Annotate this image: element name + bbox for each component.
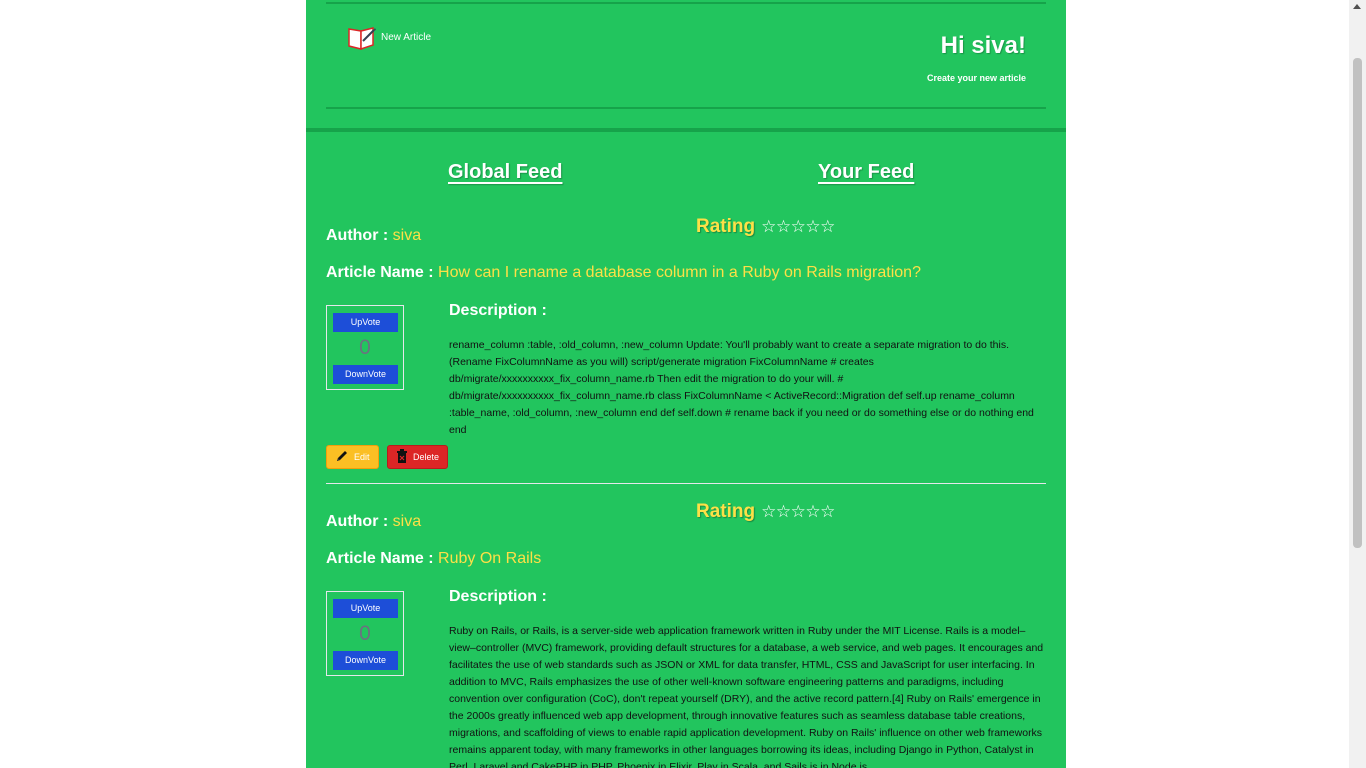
greeting-title: Hi siva! [940, 32, 1026, 59]
author-name: siva [392, 513, 422, 530]
new-article-link[interactable]: New Article [347, 25, 431, 54]
article-name: Ruby On Rails [438, 550, 542, 567]
greeting-subtitle: Create your new article [926, 73, 1026, 83]
greeting-block: Hi siva! Create your new article [927, 32, 1026, 83]
description-title: Description : [449, 588, 547, 605]
rating-stars[interactable]: ☆☆☆☆☆ [761, 217, 835, 237]
section-divider [306, 128, 1066, 132]
author-row: Author : siva [326, 227, 421, 245]
book-icon [347, 25, 377, 54]
header-top-divider [326, 2, 1046, 4]
author-label: Author : [326, 227, 389, 244]
author-label: Author : [326, 513, 389, 530]
vote-count: 0 [359, 336, 371, 359]
new-article-label: New Article [381, 32, 432, 43]
pencil-icon [335, 449, 349, 465]
article-name-label: Article Name : [326, 550, 434, 567]
delete-label: Delete [413, 452, 440, 462]
rating-stars[interactable]: ☆☆☆☆☆ [761, 502, 835, 522]
rating-label: Rating [696, 216, 756, 237]
vote-box: UpVote 0 DownVote [326, 305, 404, 390]
vote-box: UpVote 0 DownVote [326, 591, 404, 676]
scroll-up-arrow-icon[interactable] [1353, 4, 1361, 9]
article-name: How can I rename a database column in a … [438, 264, 921, 281]
rating-row: Rating ☆☆☆☆☆ [696, 501, 835, 523]
description-title: Description : [449, 302, 547, 319]
author-name: siva [392, 227, 422, 244]
downvote-button[interactable]: DownVote [333, 651, 398, 670]
edit-button[interactable]: Edit [326, 445, 379, 469]
header-bottom-divider [326, 107, 1046, 109]
scrollbar-thumb[interactable] [1353, 58, 1362, 548]
rating-label: Rating [696, 501, 756, 522]
article-name-row: Article Name : Ruby On Rails [326, 550, 541, 568]
downvote-button[interactable]: DownVote [333, 365, 398, 384]
edit-label: Edit [354, 452, 370, 462]
article-description: rename_column :table, :old_column, :new_… [449, 339, 1034, 436]
tab-global-feed[interactable]: Global Feed [448, 161, 562, 184]
vote-count: 0 [359, 622, 371, 645]
main-page: New Article Hi siva! Create your new art… [306, 0, 1066, 768]
rating-row: Rating ☆☆☆☆☆ [696, 216, 835, 238]
article-description: Ruby on Rails, or Rails, is a server-sid… [449, 625, 1044, 768]
article-divider [326, 483, 1046, 484]
page-scrollbar[interactable] [1349, 0, 1366, 768]
delete-button[interactable]: Delete [387, 445, 449, 469]
article-name-row: Article Name : How can I rename a databa… [326, 264, 921, 282]
upvote-button[interactable]: UpVote [333, 599, 398, 618]
trash-icon [396, 449, 408, 465]
article-name-label: Article Name : [326, 264, 434, 281]
author-row: Author : siva [326, 513, 421, 531]
upvote-button[interactable]: UpVote [333, 313, 398, 332]
tab-your-feed[interactable]: Your Feed [818, 161, 914, 184]
